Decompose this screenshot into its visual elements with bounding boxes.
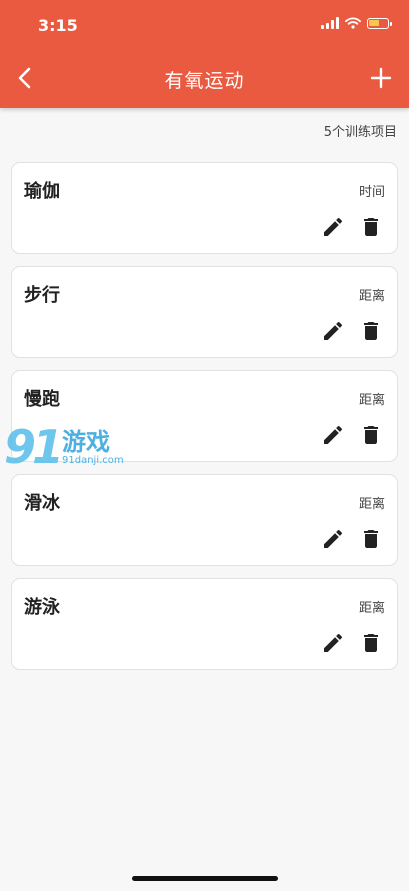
page-title: 有氧运动 (164, 70, 245, 92)
watermark-name: 游戏 (62, 427, 111, 456)
edit-icon[interactable] (321, 631, 345, 655)
add-icon[interactable] (367, 64, 395, 92)
watermark-text: 游戏 91danji.com (62, 429, 124, 466)
item-count: 5个训练项目 (323, 125, 397, 140)
status-time: 3:15 (38, 16, 78, 35)
edit-icon[interactable] (321, 319, 345, 343)
exercise-name: 瑜伽 (24, 181, 60, 202)
exercise-card[interactable]: 步行 距离 (11, 266, 398, 358)
home-indicator[interactable] (132, 876, 278, 881)
exercise-name: 滑冰 (24, 493, 60, 514)
watermark-url: 91danji.com (62, 454, 124, 466)
exercise-name: 慢跑 (24, 389, 60, 410)
exercise-type: 距离 (358, 601, 385, 616)
battery-icon (367, 17, 392, 29)
exercise-card[interactable]: 滑冰 距离 (11, 474, 398, 566)
exercise-name: 步行 (24, 285, 60, 306)
exercise-name: 游泳 (24, 597, 60, 618)
delete-icon[interactable] (359, 631, 383, 655)
exercise-type: 距离 (358, 393, 385, 408)
edit-icon[interactable] (321, 527, 345, 551)
wifi-icon (345, 17, 361, 29)
delete-icon[interactable] (359, 319, 383, 343)
signal-icon (321, 17, 339, 29)
exercise-card[interactable]: 游泳 距离 (11, 578, 398, 670)
watermark-logo: 91 游戏 91danji.com (4, 420, 124, 474)
delete-icon[interactable] (359, 527, 383, 551)
exercise-card[interactable]: 瑜伽 时间 (11, 162, 398, 254)
exercise-type: 距离 (358, 497, 385, 512)
delete-icon[interactable] (359, 215, 383, 239)
delete-icon[interactable] (359, 423, 383, 447)
app-bar: 3:15 有氧运动 (0, 0, 409, 108)
exercise-type: 距离 (358, 289, 385, 304)
exercise-type: 时间 (358, 185, 385, 200)
watermark-mark: 91 (4, 420, 64, 474)
edit-icon[interactable] (321, 423, 345, 447)
edit-icon[interactable] (321, 215, 345, 239)
status-icons (321, 17, 392, 29)
